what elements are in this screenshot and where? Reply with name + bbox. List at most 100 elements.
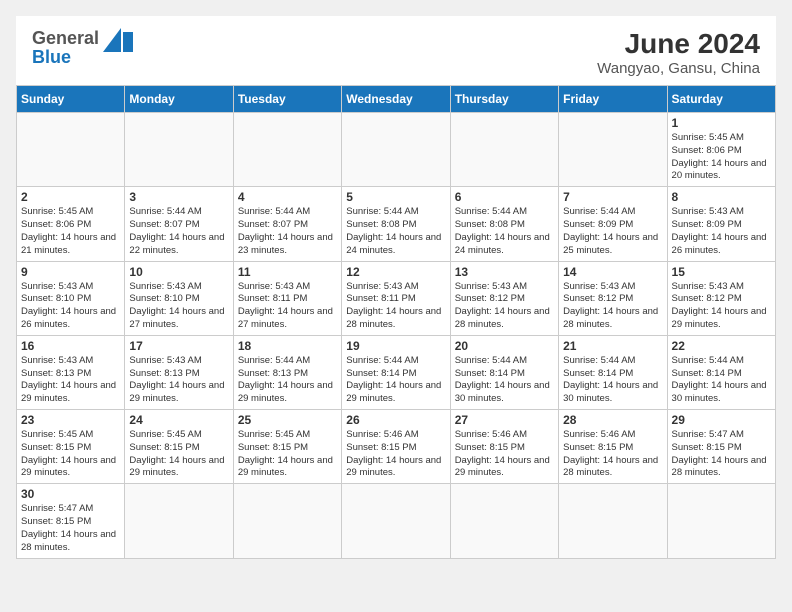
cell-info: Sunrise: 5:47 AM Sunset: 8:15 PM Dayligh… (672, 429, 771, 480)
day-cell: 6Sunrise: 5:44 AM Sunset: 8:08 PM Daylig… (450, 187, 558, 261)
cell-info: Sunrise: 5:44 AM Sunset: 8:08 PM Dayligh… (346, 206, 445, 257)
date-number: 19 (346, 339, 445, 353)
date-number: 12 (346, 265, 445, 279)
date-number: 5 (346, 190, 445, 204)
date-number: 27 (455, 413, 554, 427)
day-cell: 27Sunrise: 5:46 AM Sunset: 8:15 PM Dayli… (450, 410, 558, 484)
title-area: June 2024 Wangyao, Gansu, China (597, 28, 760, 77)
date-number: 28 (563, 413, 662, 427)
date-number: 24 (129, 413, 228, 427)
week-row-1: 2Sunrise: 5:45 AM Sunset: 8:06 PM Daylig… (17, 187, 776, 261)
calendar-body: 1Sunrise: 5:45 AM Sunset: 8:06 PM Daylig… (17, 113, 776, 559)
day-cell: 24 Sunrise: 5:45 AM Sunset: 8:15 PM Dayli… (125, 410, 233, 484)
date-number: 20 (455, 339, 554, 353)
day-cell (342, 113, 450, 187)
cell-info: Sunrise: 5:44 AM Sunset: 8:07 PM Dayligh… (238, 206, 337, 257)
cell-info: Sunrise: 5:46 AM Sunset: 8:15 PM Dayligh… (346, 429, 445, 480)
day-cell: 30Sunrise: 5:47 AM Sunset: 8:15 PM Dayli… (17, 484, 125, 558)
date-number: 10 (129, 265, 228, 279)
header: General Blue June 2024 Wangyao, Gansu, C… (16, 16, 776, 85)
date-number: 17 (129, 339, 228, 353)
col-tuesday: Tuesday (233, 86, 341, 113)
day-cell (125, 113, 233, 187)
col-friday: Friday (559, 86, 667, 113)
cell-info: Sunrise: 5:44 AM Sunset: 8:14 PM Dayligh… (455, 355, 554, 406)
day-cell: 9 Sunrise: 5:43 AM Sunset: 8:10 PM Daylig… (17, 261, 125, 335)
day-cell: 26 Sunrise: 5:46 AM Sunset: 8:15 PM Dayli… (342, 410, 450, 484)
date-number: 8 (672, 190, 771, 204)
cell-info: Sunrise: 5:45 AM Sunset: 8:15 PM Dayligh… (21, 429, 120, 480)
cell-info: Sunrise: 5:46 AM Sunset: 8:15 PM Dayligh… (563, 429, 662, 480)
day-cell: 25 Sunrise: 5:45 AM Sunset: 8:15 PM Dayli… (233, 410, 341, 484)
cell-info: Sunrise: 5:43 AM Sunset: 8:12 PM Dayligh… (563, 281, 662, 332)
col-saturday: Saturday (667, 86, 775, 113)
date-number: 6 (455, 190, 554, 204)
day-cell (125, 484, 233, 558)
date-number: 15 (672, 265, 771, 279)
date-number: 23 (21, 413, 120, 427)
day-cell (450, 484, 558, 558)
cell-info: Sunrise: 5:43 AM Sunset: 8:11 PM Dayligh… (238, 281, 337, 332)
day-cell: 21Sunrise: 5:44 AM Sunset: 8:14 PM Dayli… (559, 335, 667, 409)
cell-info: Sunrise: 5:44 AM Sunset: 8:14 PM Dayligh… (346, 355, 445, 406)
cell-info: Sunrise: 5:44 AM Sunset: 8:07 PM Dayligh… (129, 206, 228, 257)
day-cell (450, 113, 558, 187)
cell-info: Sunrise: 5:43 AM Sunset: 8:09 PM Dayligh… (672, 206, 771, 257)
date-number: 18 (238, 339, 337, 353)
day-cell (559, 484, 667, 558)
calendar-header: Sunday Monday Tuesday Wednesday Thursday… (17, 86, 776, 113)
col-thursday: Thursday (450, 86, 558, 113)
day-header-row: Sunday Monday Tuesday Wednesday Thursday… (17, 86, 776, 113)
cell-info: Sunrise: 5:44 AM Sunset: 8:09 PM Dayligh… (563, 206, 662, 257)
cell-info: Sunrise: 5:43 AM Sunset: 8:10 PM Dayligh… (21, 281, 120, 332)
col-wednesday: Wednesday (342, 86, 450, 113)
date-number: 14 (563, 265, 662, 279)
cell-info: Sunrise: 5:43 AM Sunset: 8:10 PM Dayligh… (129, 281, 228, 332)
date-number: 1 (672, 116, 771, 130)
week-row-3: 16 Sunrise: 5:43 AM Sunset: 8:13 PM Dayli… (17, 335, 776, 409)
cell-info: Sunrise: 5:44 AM Sunset: 8:14 PM Dayligh… (672, 355, 771, 406)
day-cell: 2Sunrise: 5:45 AM Sunset: 8:06 PM Daylig… (17, 187, 125, 261)
logo-general-text: General (32, 29, 99, 47)
day-cell: 7 Sunrise: 5:44 AM Sunset: 8:09 PM Daylig… (559, 187, 667, 261)
day-cell: 23 Sunrise: 5:45 AM Sunset: 8:15 PM Dayli… (17, 410, 125, 484)
cell-info: Sunrise: 5:45 AM Sunset: 8:15 PM Dayligh… (129, 429, 228, 480)
date-number: 16 (21, 339, 120, 353)
day-cell (233, 484, 341, 558)
date-number: 22 (672, 339, 771, 353)
logo-icon (103, 28, 135, 48)
calendar-container: General Blue June 2024 Wangyao, Gansu, C… (16, 16, 776, 559)
day-cell (667, 484, 775, 558)
day-cell: 13Sunrise: 5:43 AM Sunset: 8:12 PM Dayli… (450, 261, 558, 335)
date-number: 13 (455, 265, 554, 279)
date-number: 25 (238, 413, 337, 427)
cell-info: Sunrise: 5:45 AM Sunset: 8:15 PM Dayligh… (238, 429, 337, 480)
day-cell: 1Sunrise: 5:45 AM Sunset: 8:06 PM Daylig… (667, 113, 775, 187)
cell-info: Sunrise: 5:43 AM Sunset: 8:12 PM Dayligh… (672, 281, 771, 332)
day-cell: 20 Sunrise: 5:44 AM Sunset: 8:14 PM Dayli… (450, 335, 558, 409)
day-cell (342, 484, 450, 558)
cell-info: Sunrise: 5:43 AM Sunset: 8:11 PM Dayligh… (346, 281, 445, 332)
cell-info: Sunrise: 5:47 AM Sunset: 8:15 PM Dayligh… (21, 503, 120, 554)
day-cell (233, 113, 341, 187)
date-number: 4 (238, 190, 337, 204)
day-cell: 22 Sunrise: 5:44 AM Sunset: 8:14 PM Dayli… (667, 335, 775, 409)
day-cell: 16 Sunrise: 5:43 AM Sunset: 8:13 PM Dayli… (17, 335, 125, 409)
col-monday: Monday (125, 86, 233, 113)
date-number: 7 (563, 190, 662, 204)
cell-info: Sunrise: 5:43 AM Sunset: 8:13 PM Dayligh… (129, 355, 228, 406)
date-number: 11 (238, 265, 337, 279)
day-cell (17, 113, 125, 187)
logo-blue-text: Blue (32, 48, 71, 66)
day-cell: 5 Sunrise: 5:44 AM Sunset: 8:08 PM Daylig… (342, 187, 450, 261)
day-cell: 4 Sunrise: 5:44 AM Sunset: 8:07 PM Daylig… (233, 187, 341, 261)
cell-info: Sunrise: 5:44 AM Sunset: 8:13 PM Dayligh… (238, 355, 337, 406)
date-number: 26 (346, 413, 445, 427)
date-number: 9 (21, 265, 120, 279)
month-title: June 2024 (597, 28, 760, 60)
location: Wangyao, Gansu, China (597, 60, 760, 77)
day-cell: 18 Sunrise: 5:44 AM Sunset: 8:13 PM Dayli… (233, 335, 341, 409)
cell-info: Sunrise: 5:43 AM Sunset: 8:13 PM Dayligh… (21, 355, 120, 406)
day-cell: 8 Sunrise: 5:43 AM Sunset: 8:09 PM Daylig… (667, 187, 775, 261)
day-cell: 28 Sunrise: 5:46 AM Sunset: 8:15 PM Dayli… (559, 410, 667, 484)
